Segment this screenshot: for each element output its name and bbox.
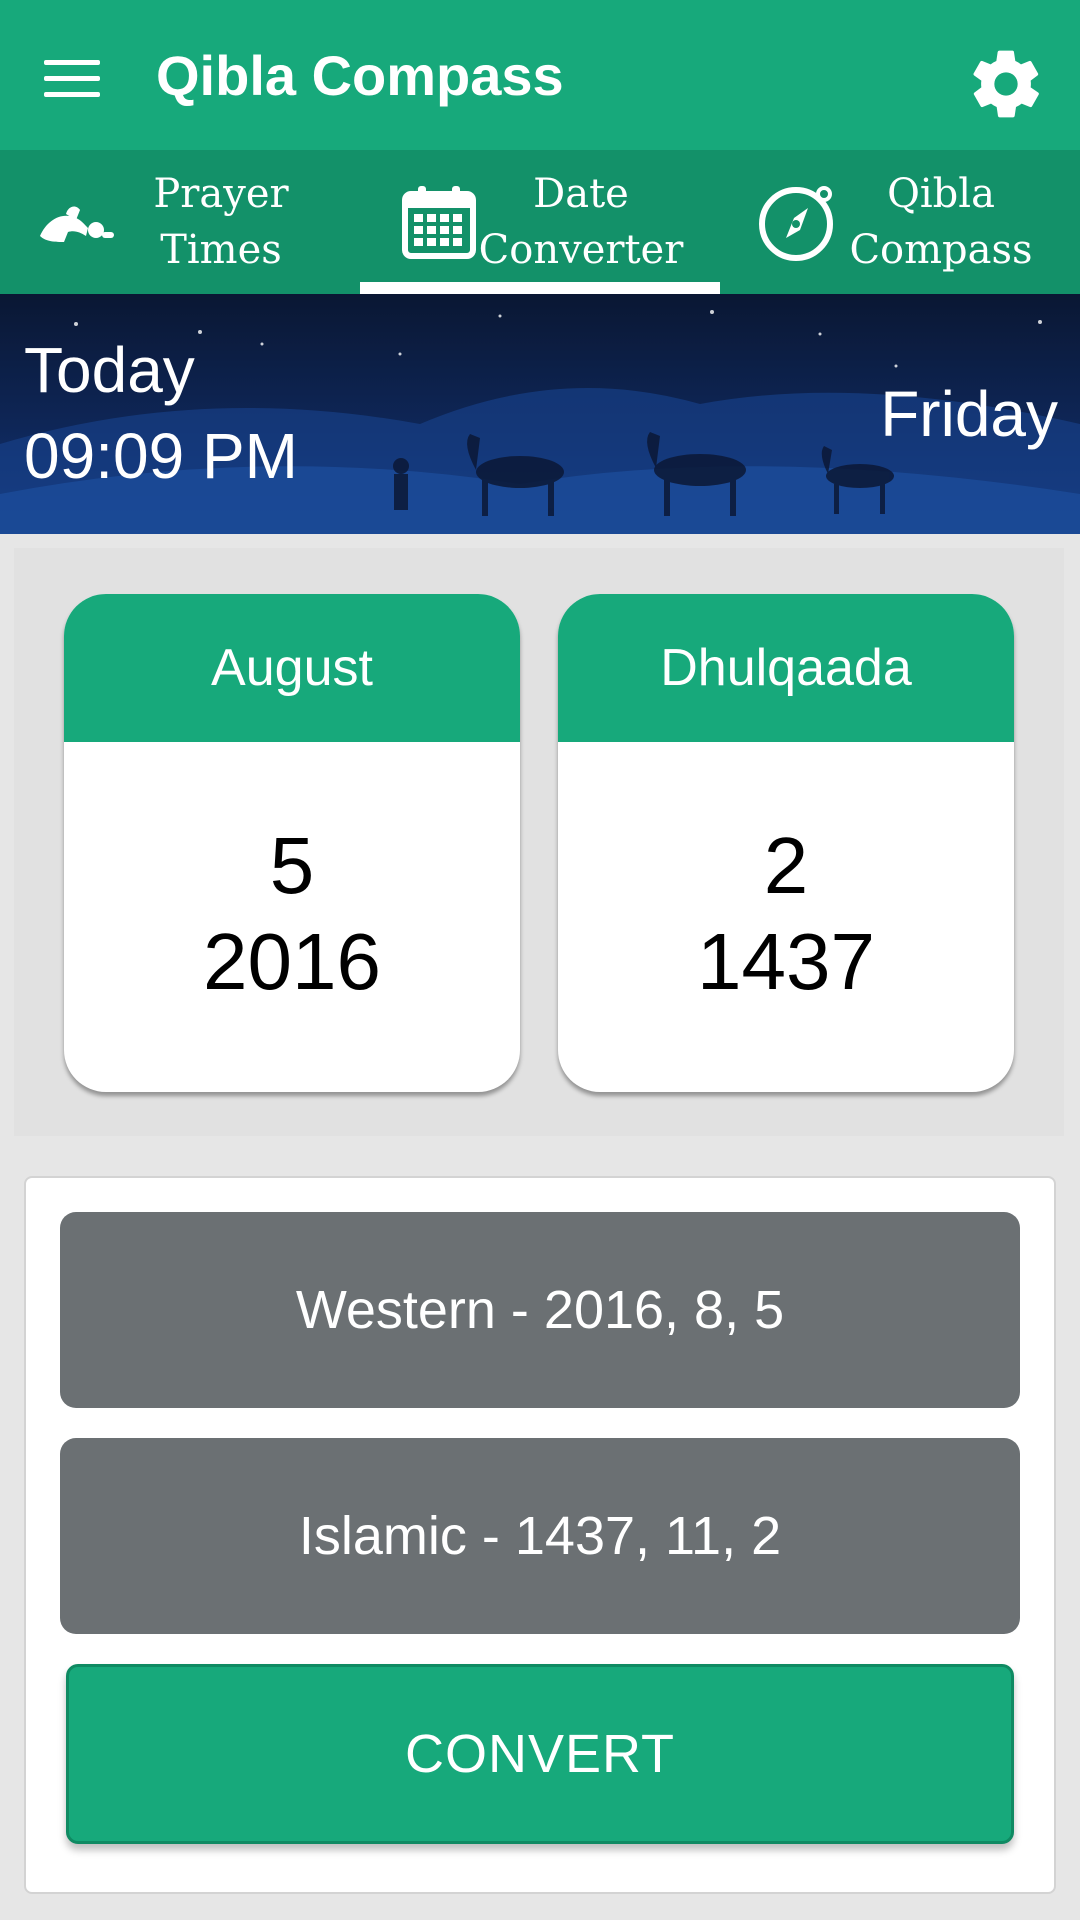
tab-prayer-times[interactable]: Prayer Times: [0, 150, 360, 294]
hamburger-menu-icon[interactable]: [36, 42, 108, 114]
gear-icon[interactable]: [966, 44, 1046, 124]
gregorian-day: 5: [269, 821, 315, 910]
weekday-label: Friday: [880, 378, 1058, 450]
gregorian-date-card: August 5 2016: [64, 594, 520, 1092]
gregorian-year: 2016: [203, 917, 381, 1006]
tab-prayer-times-label-1: Prayer: [153, 171, 289, 217]
tab-qibla-compass[interactable]: Qibla Compass: [720, 150, 1080, 294]
today-label: Today: [24, 334, 195, 406]
hijri-year: 1437: [697, 917, 875, 1006]
tab-date-converter[interactable]: Date Converter: [360, 150, 720, 294]
app-bar: Qibla Compass: [0, 0, 1080, 150]
tab-date-converter-label-2: Converter: [478, 227, 684, 273]
hijri-day: 2: [763, 821, 809, 910]
hijri-month: Dhulqaada: [558, 594, 1014, 742]
tab-qibla-compass-label-2: Compass: [849, 227, 1033, 273]
hijri-date-card: Dhulqaada 2 1437: [558, 594, 1014, 1092]
convert-button[interactable]: CONVERT: [66, 1664, 1014, 1844]
header-banner: Today 09:09 PM Friday: [0, 294, 1080, 534]
tab-date-converter-label-1: Date: [533, 171, 629, 217]
current-time: 09:09 PM: [24, 420, 298, 492]
gregorian-month: August: [64, 594, 520, 742]
tab-bar: Prayer Times Date Converter Qibla Compas…: [0, 150, 1080, 294]
calendar-icon: [402, 186, 476, 259]
islamic-date-button[interactable]: Islamic - 1437, 11, 2: [60, 1438, 1020, 1634]
selected-tab-indicator: [360, 282, 720, 294]
tab-prayer-times-label-2: Times: [160, 227, 282, 273]
app-title: Qibla Compass: [156, 44, 564, 107]
tab-qibla-compass-label-1: Qibla: [887, 171, 995, 217]
western-date-button[interactable]: Western - 2016, 8, 5: [60, 1212, 1020, 1408]
